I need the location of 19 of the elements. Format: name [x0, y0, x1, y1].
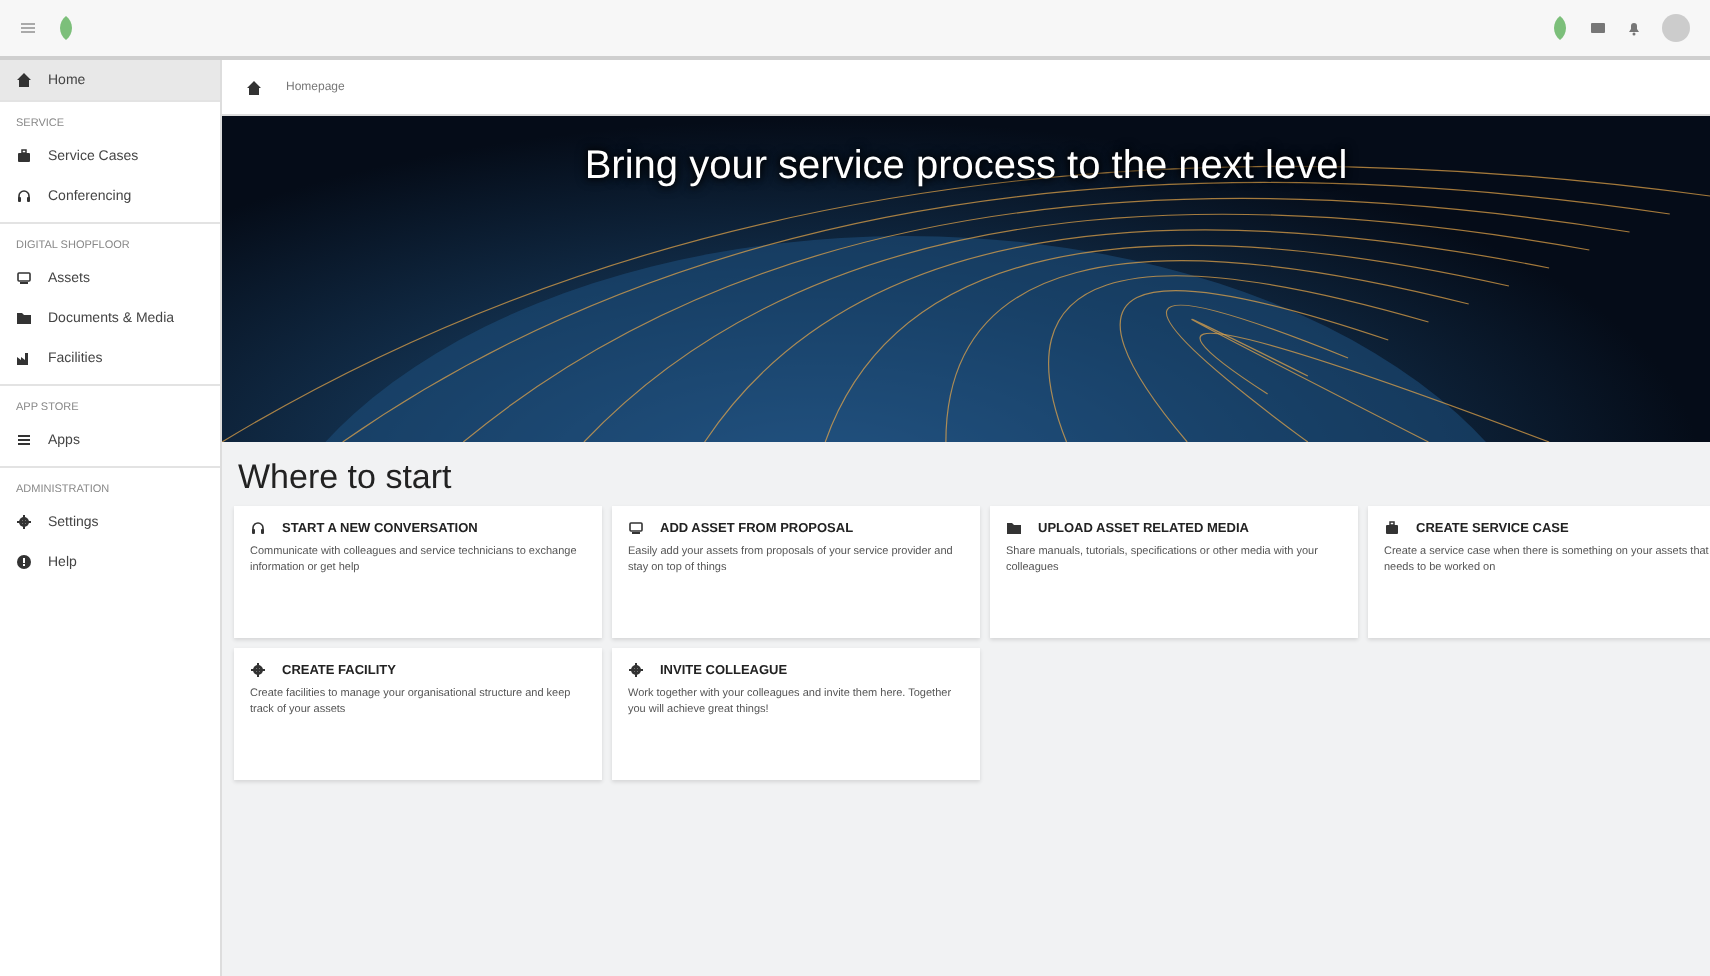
home-icon[interactable] — [246, 79, 262, 95]
factory-icon — [16, 350, 32, 366]
home-icon — [16, 72, 32, 88]
asset-icon — [16, 270, 32, 286]
apps-icon — [16, 432, 32, 448]
case-icon — [16, 148, 32, 164]
headset-icon — [16, 188, 32, 204]
leaf-icon[interactable] — [1550, 16, 1570, 40]
folder-icon — [16, 310, 32, 326]
case-icon — [1384, 520, 1400, 536]
folder-icon — [1006, 520, 1022, 536]
headset-icon — [250, 520, 266, 536]
section-title: Where to start — [238, 458, 454, 498]
bell-icon[interactable] — [1626, 20, 1642, 36]
help-icon — [16, 554, 32, 570]
leaf-logo-icon[interactable] — [56, 16, 76, 40]
asset-icon — [628, 520, 644, 536]
avatar[interactable] — [1662, 14, 1690, 42]
menu-icon[interactable] — [20, 20, 36, 36]
